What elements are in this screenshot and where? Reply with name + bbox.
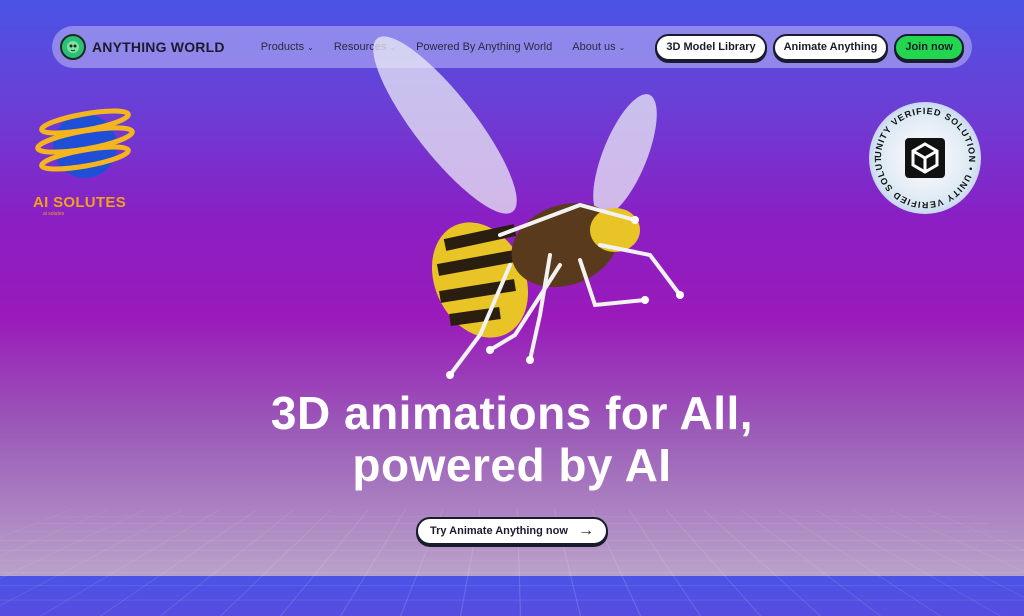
try-animate-anything-button[interactable]: Try Animate Anything now → <box>416 517 608 545</box>
unity-verified-badge: UNITY VERIFIED SOLUTION • UNITY VERIFIED… <box>867 100 981 214</box>
watermark-title: AI SOLUTES <box>33 194 127 211</box>
bee-3d-illustration <box>373 36 684 379</box>
hero-headline-line2: powered by AI <box>352 439 672 491</box>
arrow-right-icon: → <box>578 522 594 539</box>
brand[interactable]: ANYTHING WORLD <box>60 34 225 60</box>
animate-anything-button[interactable]: Animate Anything <box>772 33 889 61</box>
join-now-button[interactable]: Join now <box>894 33 964 61</box>
ai-solutes-watermark: AI SOLUTES ai solutes <box>33 98 143 218</box>
nav-products-label: Products <box>260 41 305 53</box>
unity-logo-icon <box>905 138 945 178</box>
cta-label: Try Animate Anything now <box>430 525 568 537</box>
watermark-subtitle: ai solutes <box>43 211 65 217</box>
chevron-down-icon: ⌄ <box>307 42 314 52</box>
globe-rings-icon <box>35 108 135 178</box>
brand-name: ANYTHING WORLD <box>92 39 225 55</box>
hero-headline-line1: 3D animations for All, <box>270 387 754 439</box>
alien-face-icon <box>60 34 86 60</box>
nav-products[interactable]: Products ⌄ <box>261 41 314 53</box>
